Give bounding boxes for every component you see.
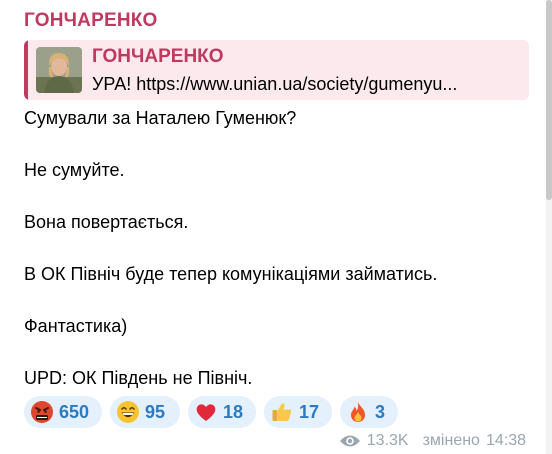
scrollbar-track[interactable] xyxy=(546,0,552,454)
reply-preview[interactable]: ГОНЧАРЕНКО УРА! https://www.unian.ua/soc… xyxy=(24,40,529,100)
scrollbar-thumb[interactable] xyxy=(546,0,552,200)
reaction-heart[interactable]: 18 xyxy=(188,396,256,428)
reaction-count: 650 xyxy=(59,401,90,422)
angry-face-icon xyxy=(30,400,54,424)
reaction-grinning[interactable]: 95 xyxy=(110,396,180,428)
red-heart-icon xyxy=(194,400,218,424)
message-time: 14:38 xyxy=(485,432,526,449)
reaction-count: 95 xyxy=(145,401,166,422)
reaction-count: 18 xyxy=(223,401,244,422)
reply-accent-bar xyxy=(24,40,28,100)
reply-thumbnail xyxy=(36,47,82,93)
message-bubble: ГОНЧАРЕНКО ГОНЧАРЕНКО УРА! https://www.u… xyxy=(0,0,546,454)
edited-label: змінено xyxy=(422,432,480,449)
reaction-thumbs-up[interactable]: 17 xyxy=(264,396,332,428)
message-line: Фантастика) xyxy=(24,316,128,336)
message-line: В ОК Північ буде тепер комунікаціями зай… xyxy=(24,264,438,284)
fire-icon xyxy=(346,400,370,424)
message-line: Сумували за Наталею Гуменюк? xyxy=(24,108,297,128)
thumbs-up-icon xyxy=(270,400,294,424)
reaction-angry[interactable]: 650 xyxy=(24,396,102,428)
reaction-fire[interactable]: 3 xyxy=(340,396,398,428)
channel-name[interactable]: ГОНЧАРЕНКО xyxy=(24,10,158,32)
message-line: Вона повертається. xyxy=(24,212,189,232)
reply-author: ГОНЧАРЕНКО xyxy=(92,46,224,67)
views-count: 13.3K xyxy=(366,432,409,449)
message-line: Не сумуйте. xyxy=(24,160,125,180)
reply-text: УРА! https://www.unian.ua/society/gumeny… xyxy=(92,74,458,94)
message-meta: 13.3K змінено 14:38 xyxy=(339,432,526,450)
grinning-face-icon xyxy=(116,400,140,424)
eye-icon xyxy=(339,433,361,449)
reaction-count: 17 xyxy=(299,401,320,422)
reaction-count: 3 xyxy=(375,401,386,422)
message-line: UPD: ОК Південь не Північ. xyxy=(24,368,253,388)
